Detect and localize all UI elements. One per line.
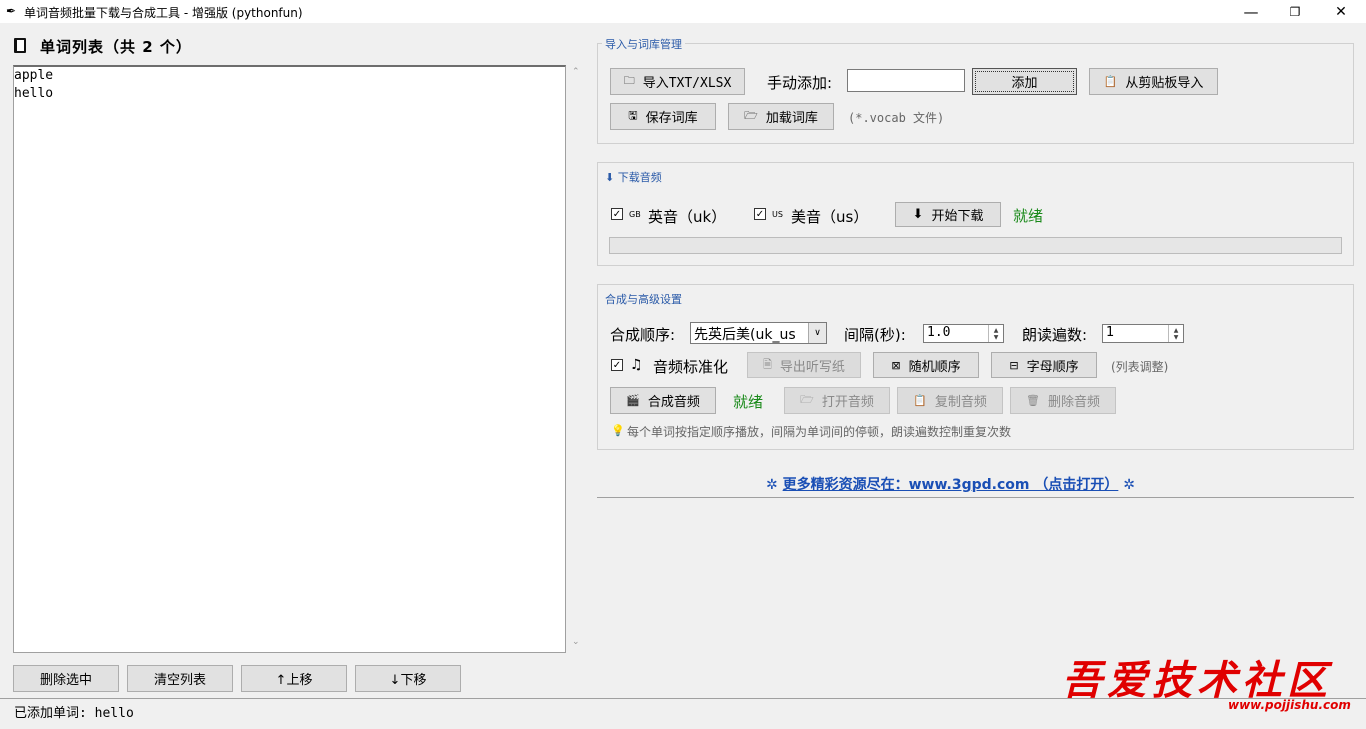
save-icon: 🖫 (628, 109, 638, 122)
clipboard-import-button[interactable]: 📋 从剪贴板导入 (1089, 68, 1218, 95)
save-vocab-button[interactable]: 🖫 保存词库 (610, 103, 716, 130)
alpha-order-label: 字母顺序 (1026, 359, 1079, 375)
copy-audio-label: 复制音频 (934, 395, 987, 410)
gear-icon: ✲ (766, 477, 778, 493)
footer-link-text[interactable]: 更多精彩资源尽在：www.3gpd.com （点击打开） (783, 477, 1119, 493)
import-txt-xlsx-button[interactable]: 🗀 导入TXT/XLSX (610, 68, 745, 95)
start-download-label: 开始下载 (931, 209, 984, 224)
word-list-title: 单词列表（共 2 个） (40, 38, 192, 56)
delete-audio-label: 删除音频 (1047, 395, 1100, 410)
random-order-button[interactable]: ⊠ 随机顺序 (873, 352, 979, 378)
import-button-label: 导入TXT/XLSX (642, 76, 732, 91)
repeat-spinbox[interactable]: 1 ▲ ▼ (1102, 324, 1184, 343)
uk-checkbox[interactable]: ✓ (611, 208, 623, 220)
uk-flag-label: GB (629, 210, 641, 219)
uk-label: 英音（uk） (648, 208, 727, 226)
normalize-label: 音频标准化 (653, 358, 729, 376)
load-vocab-button[interactable]: 🗁 加载词库 (728, 103, 834, 130)
sort-icon: ⊟ (1009, 358, 1019, 372)
synth-tip: 每个单词按指定顺序播放，间隔为单词间的停顿，朗读遍数控制重复次数 (627, 425, 1012, 439)
interval-spinbox[interactable]: 1.0 ▲ ▼ (923, 324, 1004, 343)
minimize-button[interactable]: — (1228, 0, 1274, 23)
list-item[interactable]: apple (14, 67, 565, 85)
clipboard-icon: 📋 (1103, 75, 1118, 88)
clapperboard-icon: 🎬 (626, 394, 640, 407)
delete-selected-button[interactable]: 删除选中 (13, 665, 119, 692)
window-title: 单词音频批量下载与合成工具 - 增强版 (pythonfun) (24, 6, 303, 20)
close-button[interactable]: ✕ (1318, 0, 1364, 23)
export-dictation-label: 导出听写纸 (779, 359, 845, 375)
vocab-file-hint: (*.vocab 文件) (848, 111, 945, 125)
list-adjust-hint: (列表调整) (1111, 360, 1169, 374)
random-order-label: 随机顺序 (908, 359, 961, 375)
copy-icon: 📋 (913, 394, 927, 407)
repeat-value: 1 (1106, 325, 1115, 340)
move-up-button[interactable]: ↑上移 (241, 665, 347, 692)
synth-group-title: 合成与高级设置 (602, 291, 685, 307)
document-icon: 🗎 (763, 357, 772, 371)
save-vocab-label: 保存词库 (645, 111, 698, 126)
watermark-url: www.pojjishu.com (1228, 698, 1351, 712)
divider (597, 497, 1354, 498)
word-items: apple hello (14, 67, 565, 103)
chevron-down-icon[interactable]: ∨ (808, 323, 826, 343)
move-down-button[interactable]: ↓下移 (355, 665, 461, 692)
order-select[interactable]: 先英后美(uk_us ∨ (690, 322, 827, 344)
order-select-value: 先英后美(uk_us (694, 327, 796, 343)
start-download-button[interactable]: ⬇ 开始下载 (895, 202, 1001, 227)
interval-spin-arrows-icon[interactable]: ▲ ▼ (988, 325, 1003, 342)
footer-link[interactable]: ✲ 更多精彩资源尽在：www.3gpd.com （点击打开） ✲ (766, 474, 1135, 494)
download-progress-bar (609, 237, 1342, 254)
import-group-title: 导入与词库管理 (602, 36, 685, 52)
open-audio-label: 打开音频 (821, 395, 874, 410)
list-item[interactable]: hello (14, 85, 565, 103)
us-checkbox[interactable]: ✓ (754, 208, 766, 220)
folder-open-icon: 🗁 (800, 393, 814, 406)
word-listbox[interactable]: apple hello (13, 65, 566, 653)
synth-status: 就绪 (733, 393, 764, 411)
clipboard-import-label: 从剪贴板导入 (1125, 76, 1204, 91)
manual-add-label: 手动添加: (767, 74, 833, 92)
trash-icon: 🗑 (1026, 394, 1040, 407)
folder-icon: 🗀 (623, 74, 635, 87)
maximize-button[interactable]: ❐ (1272, 0, 1318, 23)
us-label: 美音（us） (791, 208, 869, 226)
us-flag-label: US (772, 210, 783, 219)
gear-icon: ✲ (1123, 477, 1135, 493)
delete-audio-button[interactable]: 🗑 删除音频 (1010, 387, 1116, 414)
list-scrollbar[interactable]: ⌃ ⌄ (568, 65, 584, 655)
interval-label: 间隔(秒): (844, 326, 906, 344)
music-note-icon: ♫ (630, 357, 643, 373)
export-dictation-button[interactable]: 🗎 导出听写纸 (747, 352, 861, 378)
scroll-up-icon[interactable]: ⌃ (572, 67, 580, 77)
order-label: 合成顺序: (610, 326, 676, 344)
status-text: 已添加单词: hello (14, 706, 134, 721)
add-button[interactable]: 添加 (972, 68, 1077, 95)
scroll-down-icon[interactable]: ⌄ (572, 637, 580, 647)
copy-audio-button[interactable]: 📋 复制音频 (897, 387, 1003, 414)
clear-list-button[interactable]: 清空列表 (127, 665, 233, 692)
download-arrow-icon: ⬇ (605, 171, 615, 184)
download-icon: ⬇ (912, 207, 924, 222)
download-group-title: ⬇ 下载音频 (602, 169, 665, 185)
lightbulb-icon: 💡 (611, 424, 625, 437)
repeat-spin-arrows-icon[interactable]: ▲ ▼ (1168, 325, 1183, 342)
book-icon (14, 38, 26, 53)
alpha-order-button[interactable]: ⊟ 字母顺序 (991, 352, 1097, 378)
normalize-checkbox[interactable]: ✓ (611, 359, 623, 371)
open-audio-button[interactable]: 🗁 打开音频 (784, 387, 890, 414)
shuffle-icon: ⊠ (891, 358, 901, 372)
synth-audio-button[interactable]: 🎬 合成音频 (610, 387, 716, 414)
folder-open-icon: 🗁 (744, 109, 758, 122)
download-group-title-text: 下载音频 (617, 171, 662, 184)
repeat-label: 朗读遍数: (1022, 326, 1088, 344)
load-vocab-label: 加载词库 (765, 111, 818, 126)
manual-add-input[interactable] (847, 69, 965, 92)
download-status: 就绪 (1013, 207, 1044, 225)
feather-icon: ✒ (6, 4, 17, 18)
synth-audio-label: 合成音频 (647, 395, 700, 410)
interval-value: 1.0 (927, 325, 951, 340)
